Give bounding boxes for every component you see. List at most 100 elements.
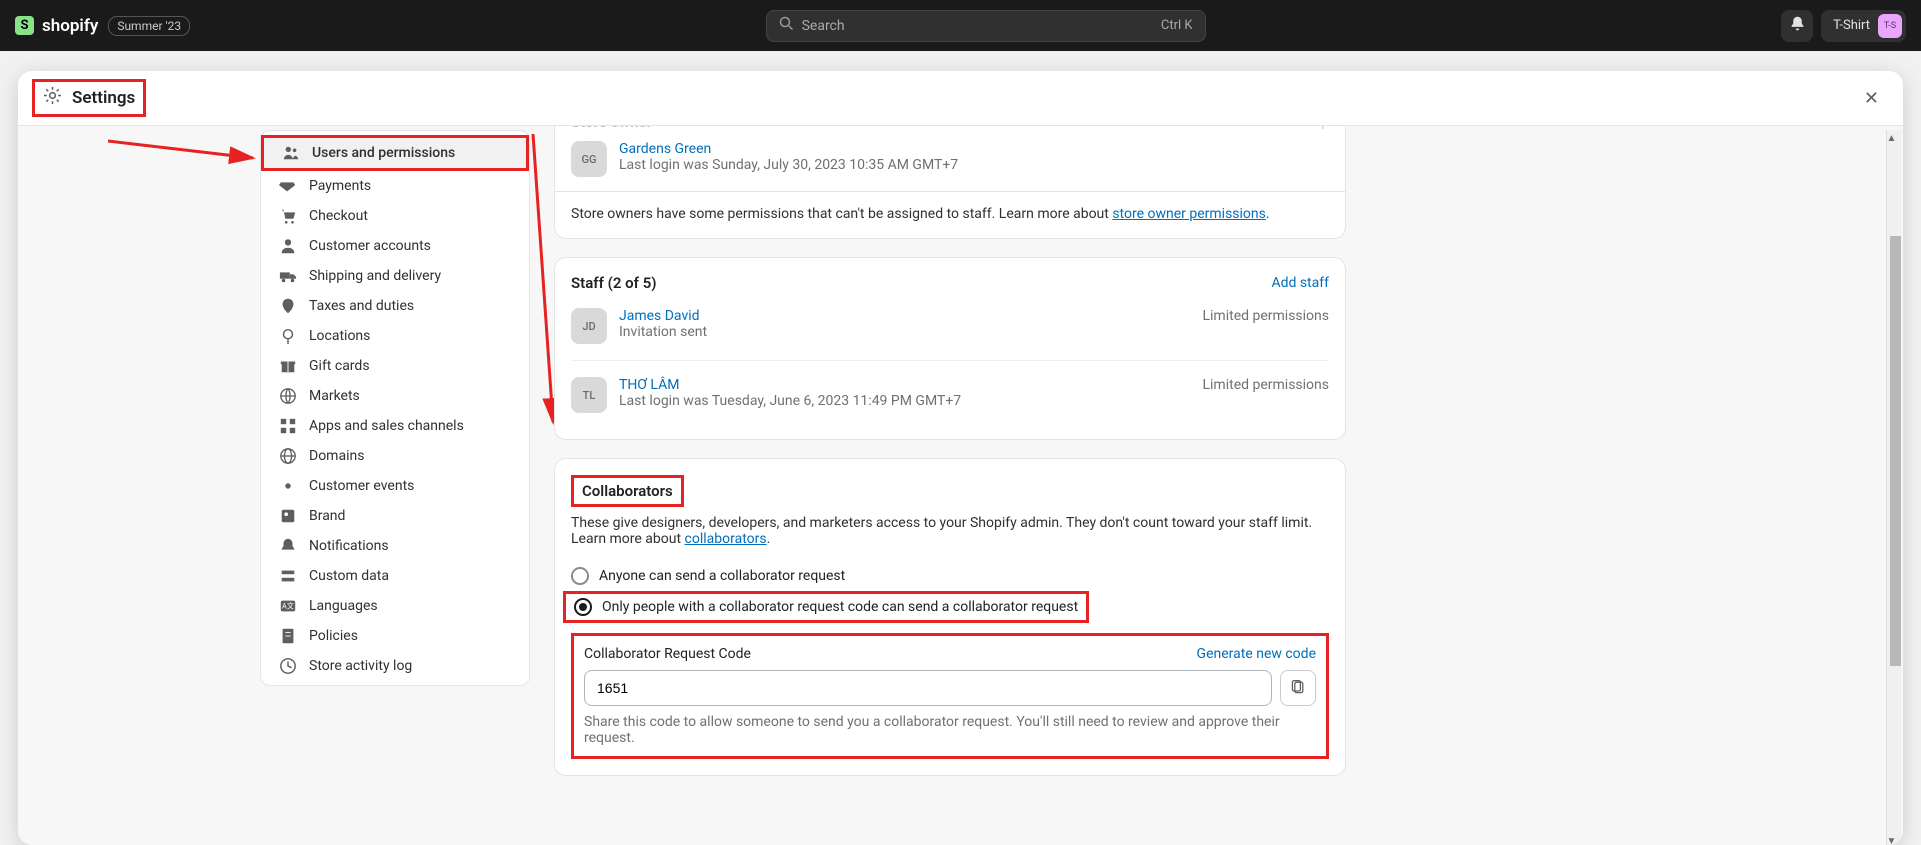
store-owner-title: Store owner bbox=[571, 126, 652, 131]
add-staff-link[interactable]: Add staff bbox=[1271, 275, 1329, 291]
sidebar-item-label: Checkout bbox=[309, 208, 368, 224]
sidebar-item-activity-log[interactable]: Store activity log bbox=[261, 651, 529, 681]
sidebar-item-locations[interactable]: Locations bbox=[261, 321, 529, 351]
search-icon bbox=[779, 16, 794, 35]
sidebar-item-shipping[interactable]: Shipping and delivery bbox=[261, 261, 529, 291]
sidebar-item-taxes[interactable]: Taxes and duties bbox=[261, 291, 529, 321]
staff-row[interactable]: TL THƠ LÂM Last login was Tuesday, June … bbox=[571, 360, 1329, 423]
copy-code-button[interactable] bbox=[1280, 670, 1316, 706]
sidebar-item-payments[interactable]: Payments bbox=[261, 171, 529, 201]
sidebar-item-brand[interactable]: Brand bbox=[261, 501, 529, 531]
release-badge[interactable]: Summer '23 bbox=[108, 16, 190, 36]
owner-note: Store owners have some permissions that … bbox=[571, 206, 1329, 222]
owner-name-link[interactable]: Gardens Green bbox=[619, 141, 711, 157]
sidebar-item-customer-accounts[interactable]: Customer accounts bbox=[261, 231, 529, 261]
language-icon: A文 bbox=[279, 597, 297, 615]
logo-badge-icon: S bbox=[15, 16, 34, 35]
sidebar-item-label: Brand bbox=[309, 508, 345, 524]
logo[interactable]: S shopify bbox=[15, 16, 98, 36]
staff-name-link[interactable]: THƠ LÂM bbox=[619, 377, 679, 393]
sidebar-item-label: Customer accounts bbox=[309, 238, 431, 254]
sidebar-item-label: Customer events bbox=[309, 478, 414, 494]
code-label: Collaborator Request Code bbox=[584, 646, 751, 662]
close-button[interactable]: ✕ bbox=[1854, 82, 1889, 115]
apps-icon bbox=[279, 417, 297, 435]
store-name: T-Shirt bbox=[1833, 18, 1870, 33]
notifications-button[interactable] bbox=[1781, 10, 1813, 42]
bell-icon bbox=[1789, 15, 1806, 36]
data-icon bbox=[279, 567, 297, 585]
sidebar-item-label: Policies bbox=[309, 628, 358, 644]
sidebar-item-policies[interactable]: Policies bbox=[261, 621, 529, 651]
policies-icon bbox=[279, 627, 297, 645]
owner-avatar: GG bbox=[571, 141, 607, 177]
sidebar-item-label: Store activity log bbox=[309, 658, 412, 674]
radio-code-only[interactable]: Only people with a collaborator request … bbox=[563, 591, 1089, 623]
sidebar-item-label: Custom data bbox=[309, 568, 389, 584]
sidebar-item-customer-events[interactable]: Customer events bbox=[261, 471, 529, 501]
bell-icon bbox=[279, 537, 297, 555]
collaborator-code-section: Collaborator Request Code Generate new c… bbox=[571, 633, 1329, 759]
radio-icon bbox=[571, 567, 589, 585]
scroll-down-icon[interactable]: ▼ bbox=[1885, 835, 1898, 845]
sidebar-item-apps[interactable]: Apps and sales channels bbox=[261, 411, 529, 441]
store-avatar: T-S bbox=[1878, 14, 1902, 38]
sidebar-item-label: Payments bbox=[309, 178, 371, 194]
globe-icon bbox=[279, 387, 297, 405]
staff-sub: Invitation sent bbox=[619, 324, 707, 340]
sidebar-item-markets[interactable]: Markets bbox=[261, 381, 529, 411]
users-icon bbox=[282, 144, 300, 162]
code-help-text: Share this code to allow someone to send… bbox=[584, 714, 1316, 746]
radio-icon bbox=[574, 598, 592, 616]
truck-icon bbox=[279, 267, 297, 285]
sidebar-item-gift-cards[interactable]: Gift cards bbox=[261, 351, 529, 381]
sidebar-item-label: Languages bbox=[309, 598, 378, 614]
main-content: Store owner Transfer Ownership GG Garden… bbox=[554, 126, 1903, 845]
staff-avatar: TL bbox=[571, 377, 607, 413]
scroll-up-icon[interactable]: ▲ bbox=[1885, 132, 1898, 145]
clipboard-icon bbox=[1290, 679, 1306, 698]
sidebar-item-users-permissions[interactable]: Users and permissions bbox=[261, 135, 529, 171]
domain-icon bbox=[279, 447, 297, 465]
search-shortcut: Ctrl K bbox=[1161, 18, 1193, 33]
sidebar-item-label: Shipping and delivery bbox=[309, 268, 441, 284]
store-switcher[interactable]: T-Shirt T-S bbox=[1821, 10, 1906, 42]
sidebar-item-label: Gift cards bbox=[309, 358, 370, 374]
owner-permissions-link[interactable]: store owner permissions bbox=[1112, 206, 1266, 222]
sidebar-item-label: Locations bbox=[309, 328, 370, 344]
radio-anyone[interactable]: Anyone can send a collaborator request bbox=[571, 561, 1329, 591]
radio-label: Anyone can send a collaborator request bbox=[599, 568, 845, 584]
collaborators-card: Collaborators These give designers, deve… bbox=[554, 458, 1346, 776]
staff-row[interactable]: JD James David Invitation sent Limited p… bbox=[571, 298, 1329, 354]
sidebar-item-label: Apps and sales channels bbox=[309, 418, 464, 434]
payments-icon bbox=[279, 177, 297, 195]
staff-name-link[interactable]: James David bbox=[619, 308, 700, 324]
collaborators-desc: These give designers, developers, and ma… bbox=[571, 515, 1329, 547]
settings-heading: Settings bbox=[32, 79, 146, 117]
staff-card: Staff (2 of 5) Add staff JD James David … bbox=[554, 257, 1346, 440]
owner-last-login: Last login was Sunday, July 30, 2023 10:… bbox=[619, 157, 958, 173]
sidebar-item-languages[interactable]: A文 Languages bbox=[261, 591, 529, 621]
transfer-ownership-link[interactable]: Transfer Ownership bbox=[1208, 126, 1329, 130]
search-input[interactable]: Search Ctrl K bbox=[766, 10, 1206, 42]
log-icon bbox=[279, 657, 297, 675]
settings-sidebar: Users and permissions Payments Checkout … bbox=[260, 130, 530, 686]
sidebar-item-label: Domains bbox=[309, 448, 364, 464]
generate-code-link[interactable]: Generate new code bbox=[1197, 646, 1316, 662]
person-icon bbox=[279, 237, 297, 255]
collaborators-link[interactable]: collaborators bbox=[685, 531, 767, 547]
sidebar-item-domains[interactable]: Domains bbox=[261, 441, 529, 471]
staff-permission: Limited permissions bbox=[1202, 377, 1329, 393]
sidebar-item-notifications[interactable]: Notifications bbox=[261, 531, 529, 561]
gift-icon bbox=[279, 357, 297, 375]
cart-icon bbox=[279, 207, 297, 225]
pin-icon bbox=[279, 327, 297, 345]
scrollbar-thumb[interactable] bbox=[1890, 236, 1901, 666]
search-placeholder: Search bbox=[802, 18, 845, 34]
collaborator-code-input[interactable] bbox=[584, 670, 1272, 706]
brand-icon bbox=[279, 507, 297, 525]
sidebar-item-custom-data[interactable]: Custom data bbox=[261, 561, 529, 591]
sidebar-item-checkout[interactable]: Checkout bbox=[261, 201, 529, 231]
page-title: Settings bbox=[72, 88, 135, 108]
sidebar-item-label: Markets bbox=[309, 388, 360, 404]
